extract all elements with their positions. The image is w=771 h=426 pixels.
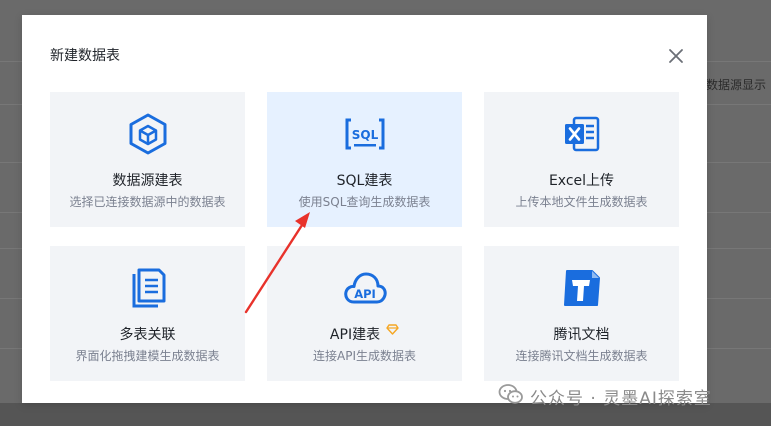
option-title: 多表关联: [119, 327, 176, 343]
option-title: SQL建表: [336, 173, 393, 189]
option-description: 界面化拖拽建模生成数据表: [75, 349, 220, 363]
watermark: 公众号 · 灵墨AI探索室: [498, 383, 712, 409]
option-description: 选择已连接数据源中的数据表: [69, 195, 226, 209]
option-description: 连接腾讯文档生成数据表: [515, 349, 648, 363]
cube-hexagon-icon: [50, 112, 245, 156]
tencent-docs-icon: [484, 266, 679, 310]
option-description: 上传本地文件生成数据表: [515, 195, 648, 209]
option-card-datasource[interactable]: 数据源建表 选择已连接数据源中的数据表: [50, 92, 245, 227]
diamond-icon: [386, 322, 399, 340]
new-table-dialog: 新建数据表 数据源建表 选择已连接数据源中的数据表 SQL SQL建表 使用SQ…: [22, 15, 707, 403]
option-card-excel[interactable]: Excel上传 上传本地文件生成数据表: [484, 92, 679, 227]
wechat-icon: [498, 383, 524, 410]
excel-icon: [484, 112, 679, 156]
close-icon: [669, 49, 683, 63]
documents-icon: [50, 266, 245, 310]
svg-text:API: API: [354, 287, 376, 301]
option-title: 数据源建表: [112, 173, 183, 189]
background-column-header: 数据源显示: [706, 78, 767, 92]
option-card-tencent-docs[interactable]: 腾讯文档 连接腾讯文档生成数据表: [484, 246, 679, 381]
option-title-text: API建表: [329, 327, 381, 343]
svg-text:SQL: SQL: [351, 128, 378, 142]
option-title: API建表: [267, 324, 462, 344]
option-card-multi-table[interactable]: 多表关联 界面化拖拽建模生成数据表: [50, 246, 245, 381]
option-card-api[interactable]: API API建表 连接API生成数据表: [267, 246, 462, 381]
option-description: 连接API生成数据表: [313, 349, 416, 363]
dialog-title: 新建数据表: [50, 48, 120, 64]
option-card-sql[interactable]: SQL SQL建表 使用SQL查询生成数据表: [267, 92, 462, 227]
option-title: 腾讯文档: [553, 327, 610, 343]
sql-icon: SQL: [267, 112, 462, 156]
close-button[interactable]: [665, 45, 687, 67]
option-description: 使用SQL查询生成数据表: [298, 195, 431, 209]
watermark-text: 公众号 · 灵墨AI探索室: [530, 388, 712, 409]
api-cloud-icon: API: [267, 266, 462, 310]
option-title: Excel上传: [548, 173, 615, 189]
